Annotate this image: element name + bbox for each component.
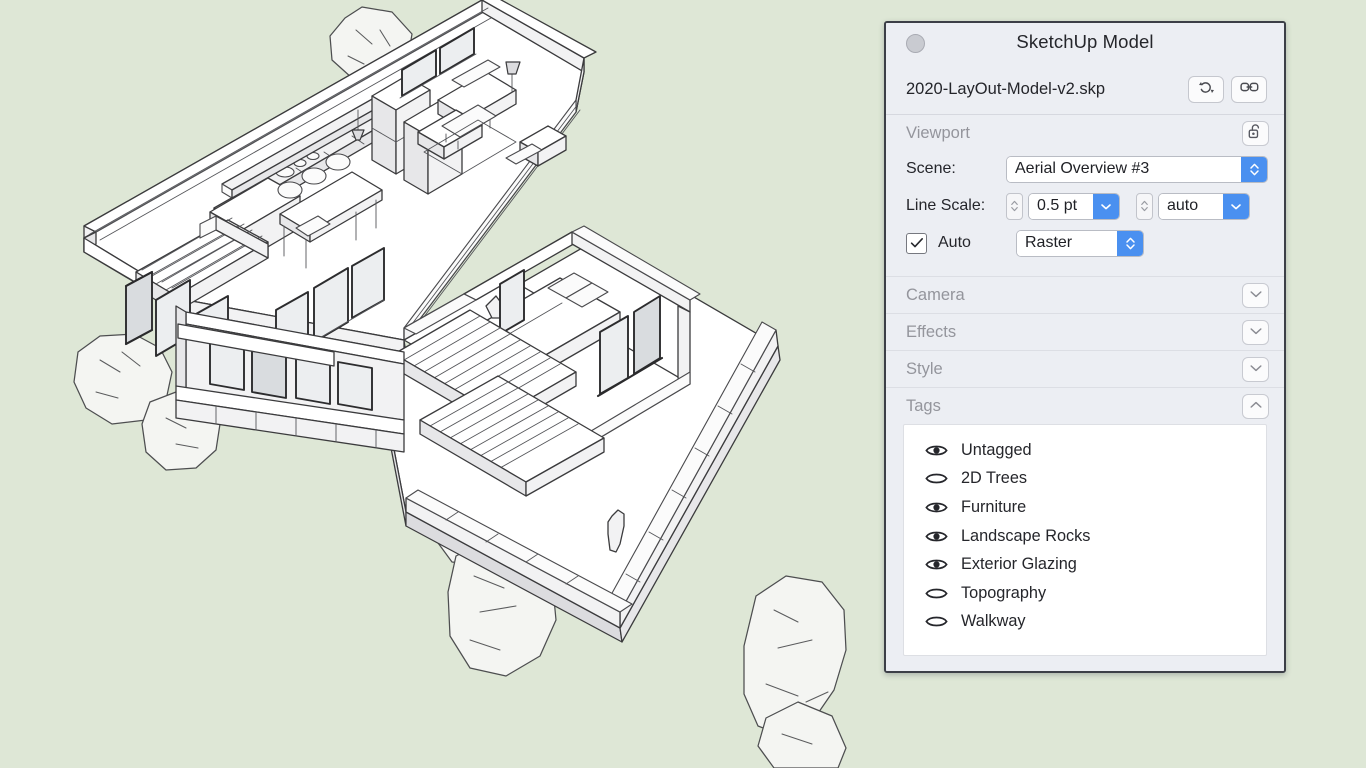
tag-row[interactable]: Furniture	[904, 493, 1266, 522]
scene-row: Scene: Aerial Overview #3	[886, 153, 1284, 185]
chevron-down-icon	[1249, 360, 1263, 378]
line-scale-stepper[interactable]	[1006, 192, 1023, 220]
scene-label: Scene:	[906, 160, 956, 177]
style-expand-button[interactable]	[1242, 356, 1269, 382]
scene-select[interactable]: Aerial Overview #3	[1006, 155, 1268, 183]
refresh-button[interactable]	[1188, 76, 1224, 103]
eye-visible-icon[interactable]	[925, 500, 951, 515]
tag-row[interactable]: Untagged	[904, 436, 1266, 465]
section-title-camera: Camera	[906, 285, 965, 304]
eye-hidden-icon[interactable]	[925, 614, 951, 629]
link-button[interactable]	[1231, 76, 1267, 103]
tag-row[interactable]: Topography	[904, 579, 1266, 608]
eye-hidden-icon[interactable]	[925, 471, 951, 486]
render-mode-row: Auto Raster	[886, 227, 1284, 259]
tags-panel: Untagged 2D Trees Furniture Landscape Rocks…	[886, 424, 1284, 671]
refresh-icon	[1198, 79, 1215, 101]
sketchup-model-drawing	[73, 0, 847, 768]
tag-name: Landscape Rocks	[961, 526, 1091, 545]
unlock-icon	[1248, 123, 1263, 144]
section-header-camera[interactable]: Camera	[886, 276, 1284, 313]
line-scale-profile-value: auto	[1159, 193, 1223, 219]
section-title-viewport: Viewport	[906, 123, 970, 142]
tag-name: Walkway	[961, 612, 1026, 631]
sketchup-model-panel[interactable]: SketchUp Model 2020-LayOut-Model-v2.skp	[884, 21, 1286, 673]
viewport-lock-button[interactable]	[1242, 120, 1269, 146]
tag-row[interactable]: 2D Trees	[904, 465, 1266, 494]
auto-label: Auto	[938, 234, 971, 251]
panel-title: SketchUp Model	[1016, 31, 1154, 52]
tag-name: Exterior Glazing	[961, 555, 1077, 574]
eye-visible-icon[interactable]	[925, 557, 951, 572]
model-file-name: 2020-LayOut-Model-v2.skp	[906, 80, 1106, 98]
scene-stepper[interactable]	[1241, 156, 1267, 182]
render-mode-stepper[interactable]	[1117, 230, 1143, 256]
auto-checkbox[interactable]	[906, 232, 927, 254]
section-header-tags[interactable]: Tags	[886, 387, 1284, 424]
panel-titlebar[interactable]: SketchUp Model	[886, 23, 1284, 65]
render-mode-select[interactable]: Raster	[1016, 229, 1144, 257]
section-header-style[interactable]: Style	[886, 350, 1284, 387]
section-header-effects[interactable]: Effects	[886, 313, 1284, 350]
section-title-effects: Effects	[906, 322, 957, 341]
line-scale-profile-chevron[interactable]	[1223, 193, 1249, 219]
tags-collapse-button[interactable]	[1242, 393, 1269, 419]
link-icon	[1239, 80, 1259, 99]
tag-name: Untagged	[961, 440, 1032, 459]
line-scale-label: Line Scale:	[906, 197, 986, 214]
chevron-up-icon	[1249, 397, 1263, 415]
scene-value: Aerial Overview #3	[1007, 156, 1241, 182]
line-scale-profile-select[interactable]: auto	[1158, 192, 1250, 220]
tag-name: Topography	[961, 583, 1047, 602]
tag-name: 2D Trees	[961, 469, 1028, 488]
tag-row[interactable]: Exterior Glazing	[904, 550, 1266, 579]
section-header-viewport[interactable]: Viewport	[886, 115, 1284, 151]
tag-row[interactable]: Landscape Rocks	[904, 522, 1266, 551]
camera-expand-button[interactable]	[1242, 282, 1269, 308]
section-title-tags: Tags	[906, 396, 941, 415]
line-scale-value: 0.5 pt	[1029, 193, 1093, 219]
line-scale-select[interactable]: 0.5 pt	[1028, 192, 1120, 220]
render-mode-value: Raster	[1017, 230, 1117, 256]
file-row: 2020-LayOut-Model-v2.skp	[886, 65, 1284, 115]
section-title-style: Style	[906, 359, 943, 378]
chevron-down-icon	[1249, 286, 1263, 304]
line-scale-chevron[interactable]	[1093, 193, 1119, 219]
effects-expand-button[interactable]	[1242, 319, 1269, 345]
line-scale-row: Line Scale: 0.5 pt auto	[886, 190, 1284, 222]
eye-visible-icon[interactable]	[925, 529, 951, 544]
eye-visible-icon[interactable]	[925, 443, 951, 458]
line-scale-profile-stepper[interactable]	[1136, 192, 1153, 220]
tag-list[interactable]: Untagged 2D Trees Furniture Landscape Rocks…	[903, 424, 1267, 656]
tag-row[interactable]: Walkway	[904, 608, 1266, 637]
tag-name: Furniture	[961, 497, 1027, 516]
chevron-down-icon	[1249, 323, 1263, 341]
viewport-controls: Scene: Aerial Overview #3 Line Scale: 0.…	[886, 151, 1284, 276]
eye-hidden-icon[interactable]	[925, 586, 951, 601]
